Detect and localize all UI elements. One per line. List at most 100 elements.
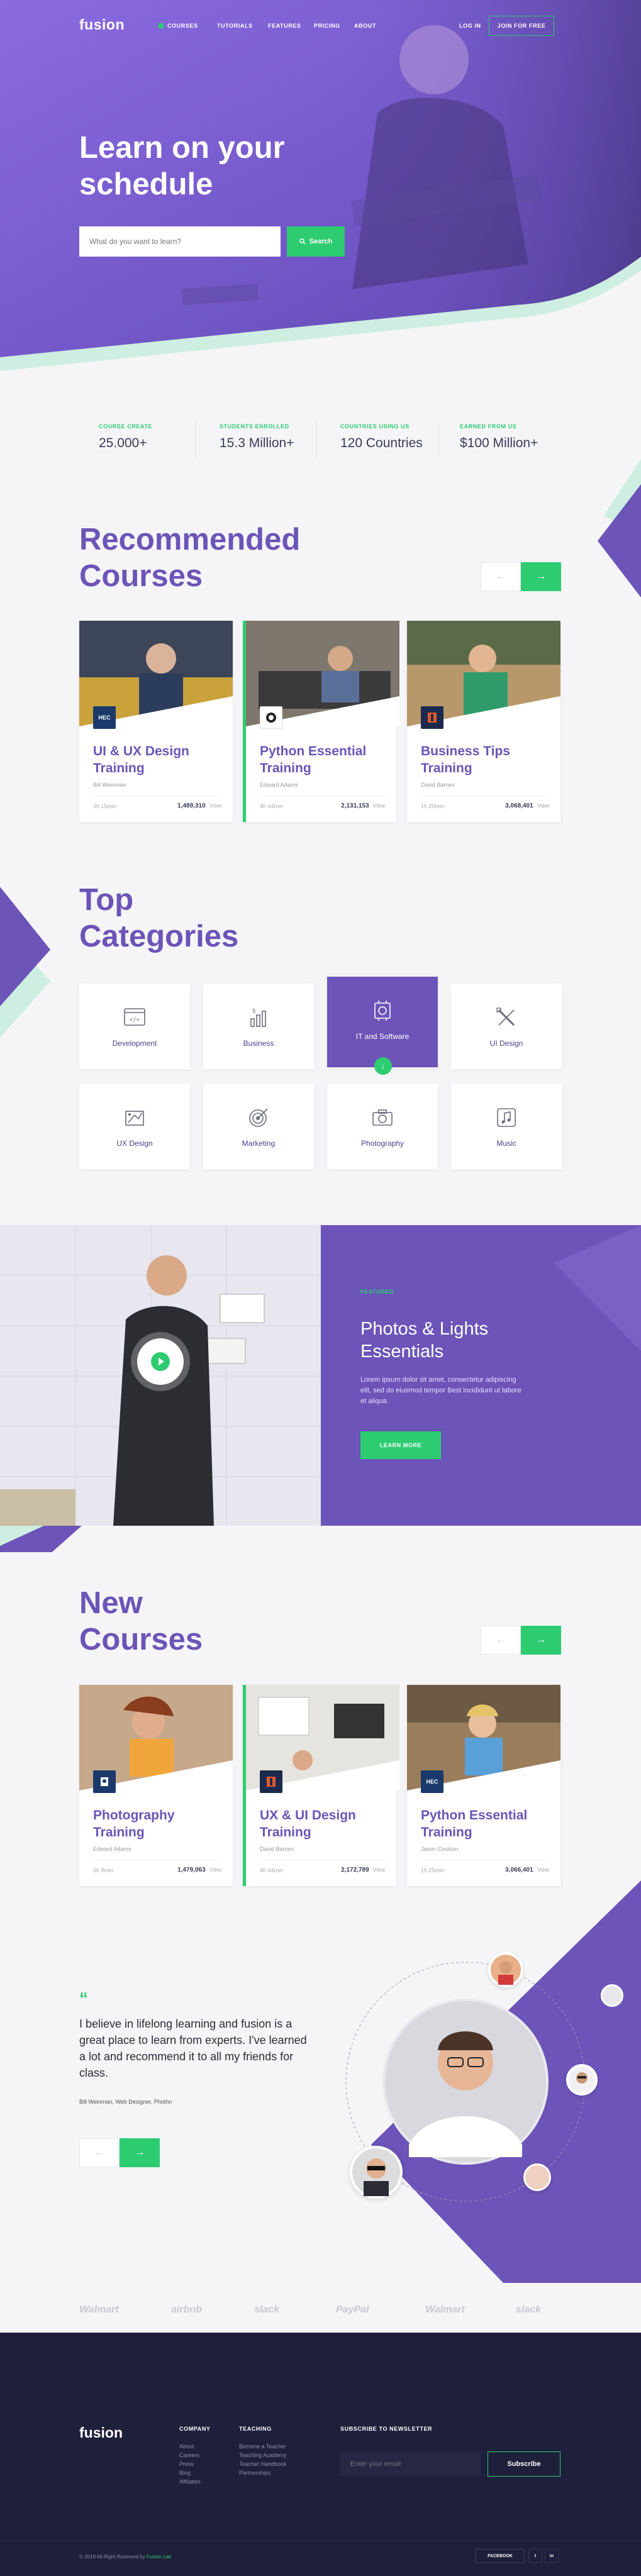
nav-tutorials[interactable]: TUTORIALS [217, 23, 253, 29]
prev-arrow-button[interactable]: ← [481, 562, 521, 591]
new-courses-title: New Courses [79, 1586, 203, 1657]
promo-title: Photos & Lights Essentials [360, 1319, 489, 1362]
footer-link[interactable]: Affiliates [179, 2479, 201, 2485]
course-views: 3,068,401 View [505, 802, 549, 809]
login-link[interactable]: LOG IN [459, 23, 481, 29]
footer-link[interactable]: About [179, 2443, 194, 2450]
prev-arrow-button[interactable]: ← [79, 2138, 120, 2167]
hero-section: fusion COURSES TUTORIALS FEATURES PRICIN… [0, 0, 641, 377]
course-card[interactable]: Photography Training Edward Adams 3h 8mi… [79, 1685, 233, 1886]
course-duration: 3h 15min [93, 803, 117, 809]
category-ux-design[interactable]: UX Design [79, 1084, 190, 1169]
brand-logo: PayPal [336, 2304, 369, 2315]
course-author: David Barnes [421, 782, 455, 788]
course-duration: 4h 44min [260, 1867, 284, 1874]
categories-title: Top Categories [79, 883, 239, 953]
course-title: Python Essential Training [421, 1808, 528, 1840]
course-author: David Barnes [260, 1846, 294, 1852]
newsletter-heading: SUBSCRIBE TO NEWSLETTER [340, 2426, 433, 2432]
footer-link[interactable]: Partnerships [239, 2470, 271, 2476]
course-title: UI & UX Design Training [93, 744, 189, 775]
code-window-icon: </> [124, 1008, 145, 1026]
brand-logo: airbnb [171, 2304, 202, 2315]
course-card[interactable]: Business Tips Training David Barnes 1h 2… [407, 621, 560, 822]
footer-link[interactable]: Teaching Academy [239, 2452, 287, 2458]
course-title: UX & UI Design Training [260, 1808, 356, 1840]
hero-title: Learn on your schedule [79, 131, 285, 201]
search-button-label: Search [309, 238, 333, 245]
footer-link[interactable]: Teacher Handbook [239, 2461, 287, 2467]
join-button[interactable]: JOIN FOR FREE [489, 16, 554, 36]
course-card[interactable]: UX & UI Design Training David Barnes 4h … [243, 1685, 399, 1886]
arrow-right-icon: → [135, 2147, 145, 2158]
category-label: Photography [360, 1139, 404, 1148]
arrow-right-icon: → [536, 571, 546, 582]
category-development[interactable]: </> Development [79, 984, 190, 1069]
course-title: Photography Training [93, 1808, 175, 1840]
prev-arrow-button[interactable]: ← [481, 1626, 521, 1655]
linkedin-icon[interactable]: in [545, 2549, 559, 2563]
avatar[interactable] [488, 1952, 523, 1987]
category-business[interactable]: $ Business [203, 984, 314, 1069]
category-music[interactable]: Music [451, 1084, 562, 1169]
next-arrow-button[interactable]: → [120, 2138, 160, 2167]
course-card[interactable]: Python Essential Training Edward Adams 4… [243, 621, 399, 822]
quote-mark: “ [79, 1989, 88, 2008]
newsletter-email-input[interactable] [340, 2451, 481, 2477]
avatar[interactable] [601, 1984, 623, 2007]
course-author: Bill Weinman [93, 782, 126, 788]
arrow-down-icon[interactable]: ↓ [374, 1057, 392, 1075]
play-button[interactable] [137, 1338, 184, 1385]
search-icon [299, 238, 306, 245]
new-courses-carousel-arrows: ← → [481, 1626, 561, 1655]
subscribe-button[interactable]: Subscribe [488, 2451, 560, 2477]
decor-shape [598, 459, 641, 597]
course-card[interactable]: HEC Python Essential Training Jason Coul… [407, 1685, 560, 1886]
avatar[interactable] [523, 2163, 551, 2191]
category-label: Development [112, 1039, 157, 1048]
next-arrow-button[interactable]: → [521, 1626, 561, 1655]
course-title: Business Tips Training [421, 744, 510, 775]
svg-text:$: $ [252, 1008, 256, 1014]
design-icon [125, 1111, 144, 1126]
avatar[interactable] [566, 2064, 598, 2096]
nav-pricing[interactable]: PRICING [314, 23, 340, 29]
copyright-brand-link[interactable]: Fusion Lab [147, 2554, 172, 2560]
footer-link[interactable]: Blog [179, 2470, 191, 2476]
course-author: Edward Adams [93, 1846, 131, 1852]
copyright: © 2019 All Right Reserved by Fusion Lab [79, 2554, 172, 2560]
footer-link[interactable]: Press [179, 2461, 194, 2467]
stat-label: STUDENTS ENROLLED [220, 423, 289, 430]
nav-courses[interactable]: COURSES [159, 23, 198, 29]
nav-features[interactable]: FEATURES [268, 23, 301, 29]
footer-link[interactable]: Become a Teacher [239, 2443, 286, 2450]
category-ui-design[interactable]: UI Design [451, 984, 562, 1069]
twitter-icon[interactable]: t [528, 2549, 542, 2563]
nav-about[interactable]: ABOUT [354, 23, 376, 29]
facebook-button[interactable]: FACEBOOK [476, 2549, 525, 2563]
stat-value: 120 Countries [340, 436, 423, 450]
play-icon [151, 1352, 170, 1371]
footer-link[interactable]: Careers [179, 2452, 199, 2458]
course-card[interactable]: HEC UI & UX Design Training Bill Weinman… [79, 621, 233, 822]
promo-tag: FEATURED [360, 1289, 394, 1295]
testimonial-quote: I believe in lifelong learning and fusio… [79, 2018, 307, 2079]
category-it-software[interactable]: IT and Software ↓ [327, 977, 438, 1075]
avatar[interactable] [350, 2146, 403, 2199]
footer-heading-teaching: TEACHING [239, 2426, 272, 2432]
testimonial-carousel-arrows: ← → [79, 2138, 160, 2167]
category-label: UX Design [116, 1139, 153, 1148]
logo[interactable]: fusion [79, 16, 125, 33]
pencil-ruler-icon [496, 1008, 515, 1026]
next-arrow-button[interactable]: → [521, 562, 561, 591]
course-author: Edward Adams [260, 782, 298, 788]
category-marketing[interactable]: Marketing [203, 1084, 314, 1169]
learn-more-button[interactable]: LEARN MORE [360, 1431, 441, 1459]
category-photography[interactable]: Photography [327, 1084, 438, 1169]
course-views: 1,489,310 View [177, 802, 221, 809]
footer-logo[interactable]: fusion [79, 2424, 123, 2441]
search-button[interactable]: Search [287, 226, 345, 257]
camera-icon [372, 1109, 393, 1126]
search-input[interactable] [79, 226, 281, 257]
svg-text:</>: </> [130, 1017, 140, 1023]
